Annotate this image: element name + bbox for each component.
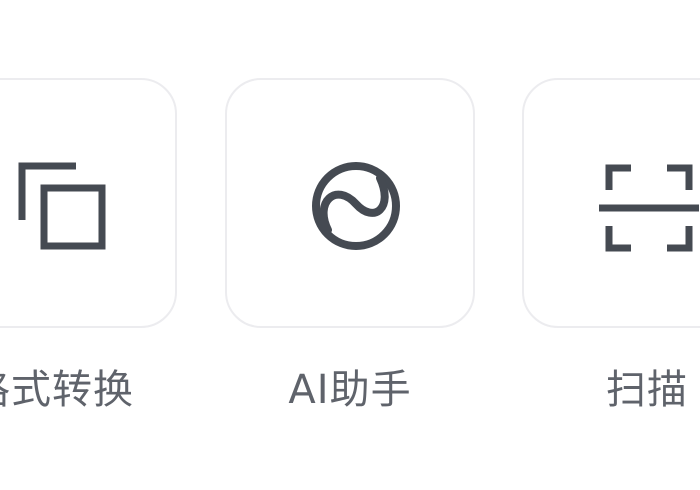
overlapping-squares-icon [18,162,106,250]
tool-tile[interactable] [225,78,475,328]
tool-scan[interactable]: 扫描 [522,0,700,490]
tool-tile[interactable] [0,78,177,328]
scan-frame-icon [599,164,699,252]
tool-grid: 格式转换 AI助手 扫描 [0,0,700,490]
tool-tile[interactable] [522,78,700,328]
tool-ai-assistant[interactable]: AI助手 [225,0,525,490]
tool-label: AI助手 [288,367,412,413]
ai-ball-icon [312,162,400,250]
tool-label: 扫描 [606,367,688,413]
tool-label: 格式转换 [0,367,134,413]
tool-format-convert[interactable]: 格式转换 [0,0,227,490]
